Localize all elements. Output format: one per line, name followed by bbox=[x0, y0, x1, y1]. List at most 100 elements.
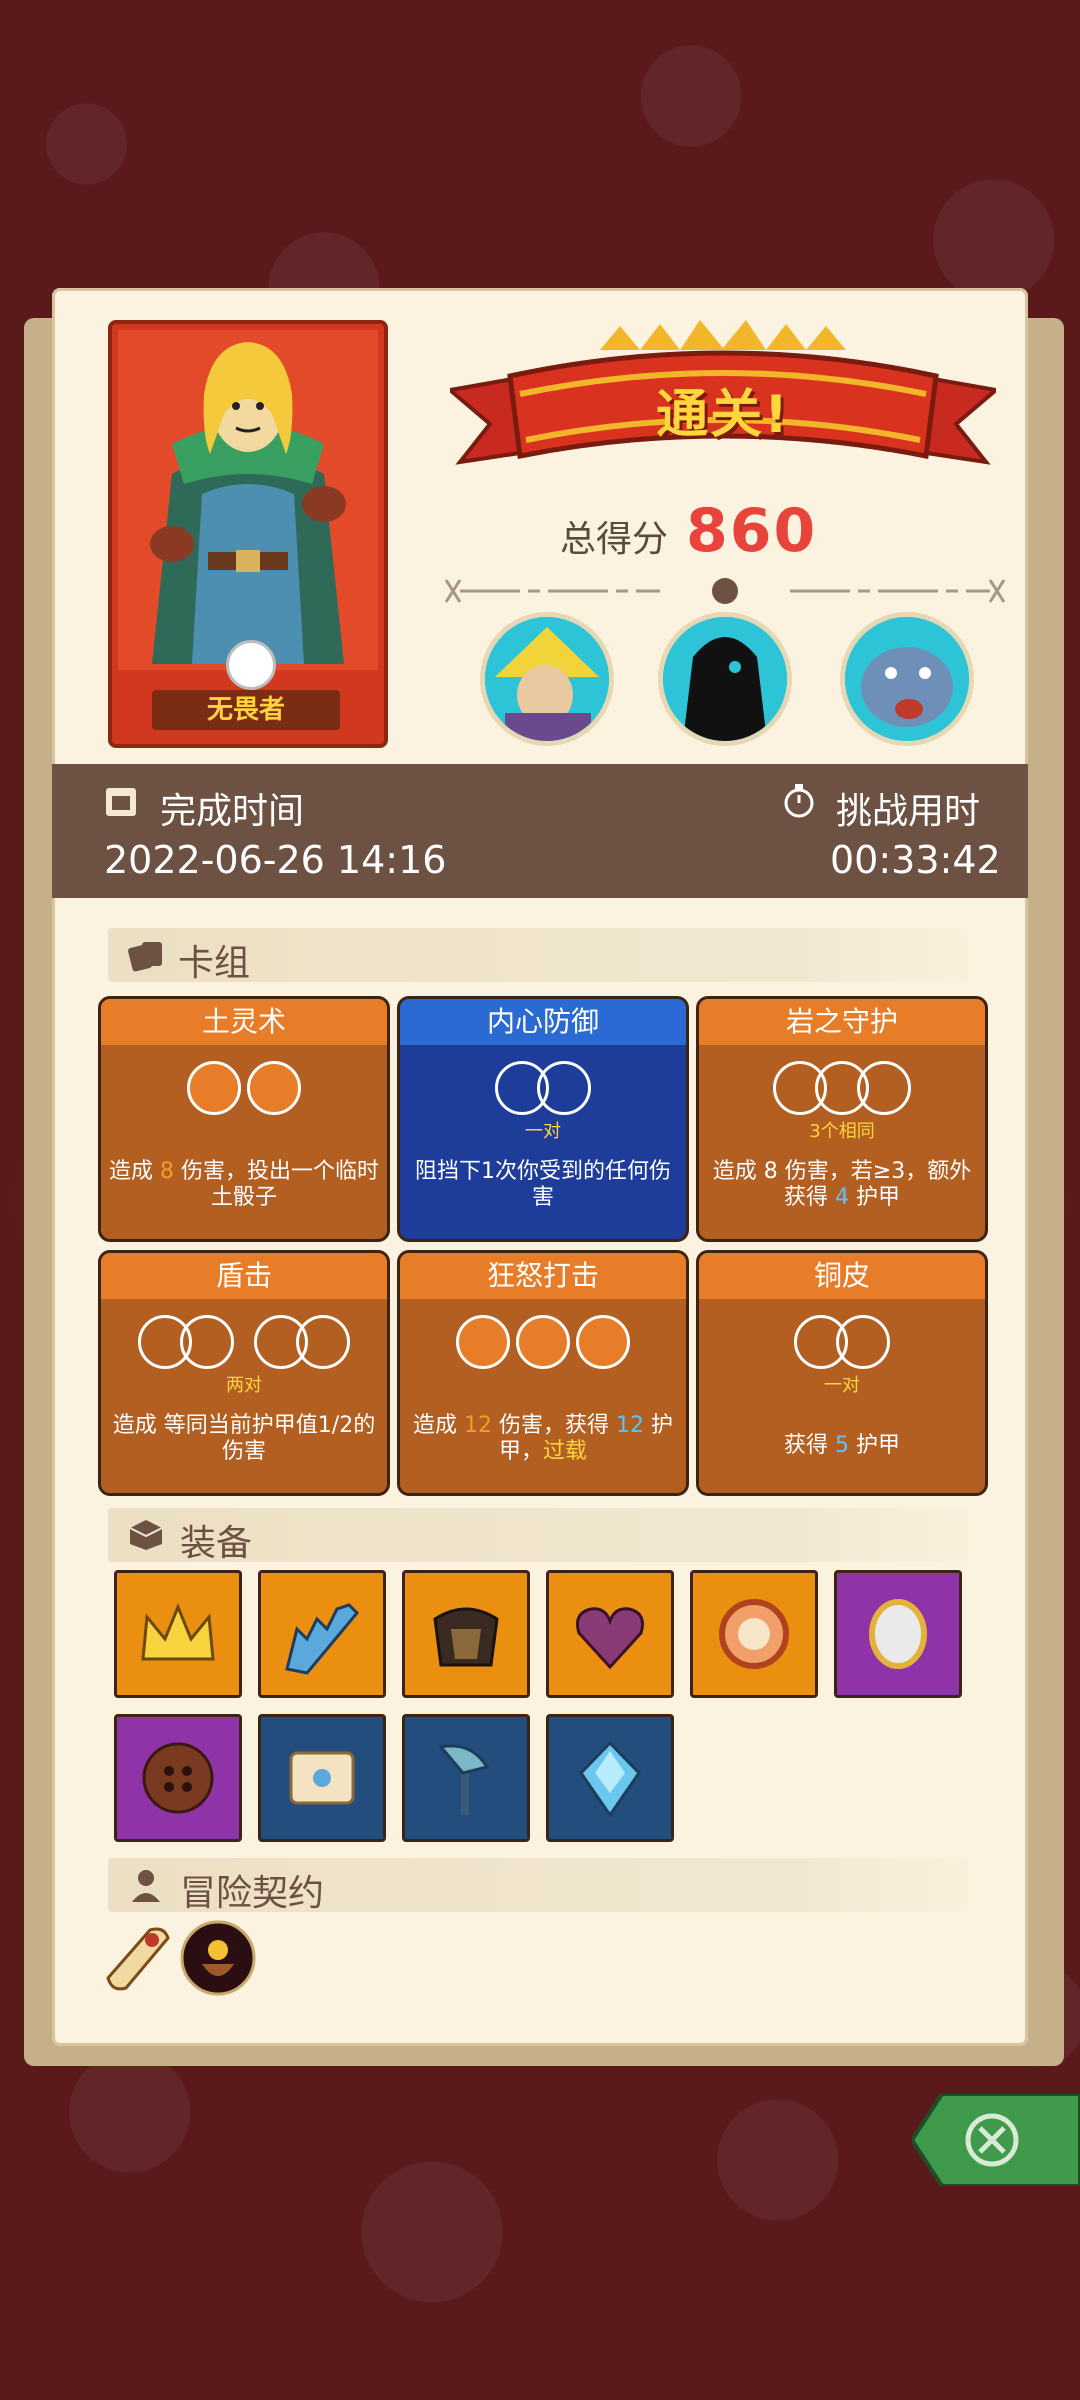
victory-title: 通关! bbox=[656, 385, 790, 445]
boss-3-icon bbox=[845, 617, 969, 741]
boss-avatar-1[interactable] bbox=[480, 612, 614, 746]
challenge-time-label: 挑战用时 bbox=[836, 791, 981, 832]
finish-time-label: 完成时间 bbox=[160, 791, 305, 832]
desc-text: 伤害，若 bbox=[777, 1159, 873, 1184]
crystal-icon bbox=[579, 1740, 641, 1818]
card-description: 造成 12 伤害，获得 12 护甲，过载 bbox=[408, 1413, 678, 1465]
button-icon bbox=[142, 1742, 214, 1814]
score-row: 总得分 860 bbox=[560, 496, 817, 566]
contract-title: 冒险契约 bbox=[180, 1873, 325, 1914]
mirror-icon bbox=[869, 1599, 927, 1669]
equipment-title: 装备 bbox=[180, 1523, 253, 1564]
person-icon bbox=[132, 1870, 160, 1902]
card-title: 狂怒打击 bbox=[400, 1253, 686, 1299]
card-description: 造成 等同当前护甲值1/2的伤害 bbox=[109, 1413, 379, 1465]
damage-value: 12 bbox=[464, 1413, 492, 1438]
card-earth-spell[interactable]: 土灵术 造成 8 伤害，投出一个临时土骰子 bbox=[98, 996, 390, 1242]
challenge-time-value: 00:33:42 bbox=[830, 838, 1001, 882]
card-shield-bash[interactable]: 盾击 两对 造成 等同当前护甲值1/2的伤害 bbox=[98, 1250, 390, 1496]
boss-divider bbox=[444, 578, 1006, 604]
boss-avatar-3[interactable] bbox=[840, 612, 974, 746]
ring-icon bbox=[719, 1599, 789, 1669]
boss-1-icon bbox=[485, 617, 609, 741]
equip-scroll[interactable] bbox=[258, 1714, 386, 1842]
desc-text: 造成 bbox=[109, 1159, 160, 1184]
equip-crown[interactable] bbox=[114, 1570, 242, 1698]
box-icon bbox=[129, 1520, 163, 1550]
armor-value: 5 bbox=[835, 1433, 849, 1458]
equip-ring[interactable] bbox=[690, 1570, 818, 1698]
cards-icon bbox=[128, 942, 162, 972]
heart-icon bbox=[576, 1607, 644, 1670]
equip-button[interactable] bbox=[114, 1714, 242, 1842]
desc-text: 护甲 bbox=[849, 1185, 900, 1210]
crown-icon bbox=[141, 1603, 215, 1661]
score-value: 860 bbox=[686, 496, 818, 566]
empty-die-icon bbox=[296, 1315, 350, 1369]
contract-scroll-icon[interactable] bbox=[98, 1918, 178, 1998]
card-requirement: 一对 bbox=[525, 1121, 561, 1142]
card-title: 盾击 bbox=[101, 1253, 387, 1299]
desc-text: 伤害，获得 bbox=[492, 1413, 616, 1438]
damage-value: 8 bbox=[160, 1159, 174, 1184]
card-requirement: 两对 bbox=[226, 1375, 262, 1396]
empty-die-icon bbox=[857, 1061, 911, 1115]
saw-blade-icon bbox=[285, 1603, 360, 1675]
hero-name: 无畏者 bbox=[152, 690, 340, 730]
equip-mirror[interactable] bbox=[834, 1570, 962, 1698]
equip-armor[interactable] bbox=[402, 1570, 530, 1698]
empty-die-icon bbox=[537, 1061, 591, 1115]
card-title: 土灵术 bbox=[101, 999, 387, 1045]
score-label: 总得分 bbox=[560, 519, 669, 560]
equipment-section-header: 装备 bbox=[108, 1508, 968, 1564]
fire-die-icon bbox=[187, 1061, 241, 1115]
desc-text: 获得 bbox=[784, 1433, 835, 1458]
empty-die-icon bbox=[836, 1315, 890, 1369]
hero-card[interactable]: 无畏者 bbox=[108, 320, 388, 748]
close-button[interactable] bbox=[912, 2094, 1080, 2186]
card-description: 造成 8 伤害，投出一个临时土骰子 bbox=[109, 1159, 379, 1211]
deck-section-header: 卡组 bbox=[108, 928, 968, 984]
card-description: 阻挡下1次你受到的任何伤害 bbox=[415, 1159, 671, 1210]
hero-emblem-icon bbox=[226, 640, 276, 690]
damage-value: 8 bbox=[763, 1159, 778, 1184]
deck-title: 卡组 bbox=[178, 943, 251, 984]
fire-die-icon bbox=[576, 1315, 630, 1369]
equip-crystal[interactable] bbox=[546, 1714, 674, 1842]
card-title: 岩之守护 bbox=[699, 999, 985, 1045]
boss-2-icon bbox=[663, 617, 787, 741]
card-dice bbox=[101, 1061, 387, 1131]
card-description: 造成 8 伤害，若≥3，额外获得 4 护甲 bbox=[707, 1159, 977, 1211]
card-description: 获得 5 护甲 bbox=[707, 1433, 977, 1459]
equip-heart[interactable] bbox=[546, 1570, 674, 1698]
empty-die-icon bbox=[180, 1315, 234, 1369]
contract-pot-icon[interactable] bbox=[178, 1918, 258, 1998]
desc-text: 造成 bbox=[413, 1413, 464, 1438]
equip-saw-blade[interactable] bbox=[258, 1570, 386, 1698]
fire-die-icon bbox=[247, 1061, 301, 1115]
armor-icon bbox=[433, 1607, 499, 1667]
card-title: 铜皮 bbox=[699, 1253, 985, 1299]
contract-section-header: 冒险契约 bbox=[108, 1858, 968, 1914]
desc-text: 造成 等同当前 bbox=[112, 1413, 252, 1438]
card-requirement: 3个相同 bbox=[809, 1121, 875, 1142]
calendar-icon bbox=[106, 788, 136, 816]
desc-text: 伤害，投出一个临时土骰子 bbox=[174, 1159, 379, 1210]
equip-axe[interactable] bbox=[402, 1714, 530, 1842]
card-inner-defense[interactable]: 内心防御 一对 阻挡下1次你受到的任何伤害 bbox=[397, 996, 689, 1242]
fire-die-icon bbox=[516, 1315, 570, 1369]
card-requirement: 一对 bbox=[824, 1375, 860, 1396]
boss-avatar-2[interactable] bbox=[658, 612, 792, 746]
armor-value: 12 bbox=[616, 1413, 644, 1438]
card-rage-strike[interactable]: 狂怒打击 造成 12 伤害，获得 12 护甲，过载 bbox=[397, 1250, 689, 1496]
stopwatch-icon bbox=[784, 784, 814, 818]
armor-value: 4 bbox=[835, 1185, 849, 1210]
overload-keyword: 过载 bbox=[543, 1439, 588, 1464]
card-copper-skin[interactable]: 铜皮 一对 获得 5 护甲 bbox=[696, 1250, 988, 1496]
card-rock-guard[interactable]: 岩之守护 3个相同 造成 8 伤害，若≥3，额外获得 4 护甲 bbox=[696, 996, 988, 1242]
desc-text: 护甲 bbox=[849, 1433, 900, 1458]
card-title: 内心防御 bbox=[400, 999, 686, 1045]
scroll-icon bbox=[289, 1751, 355, 1805]
finish-time-value: 2022-06-26 14:16 bbox=[104, 838, 447, 882]
axe-icon bbox=[438, 1744, 490, 1815]
